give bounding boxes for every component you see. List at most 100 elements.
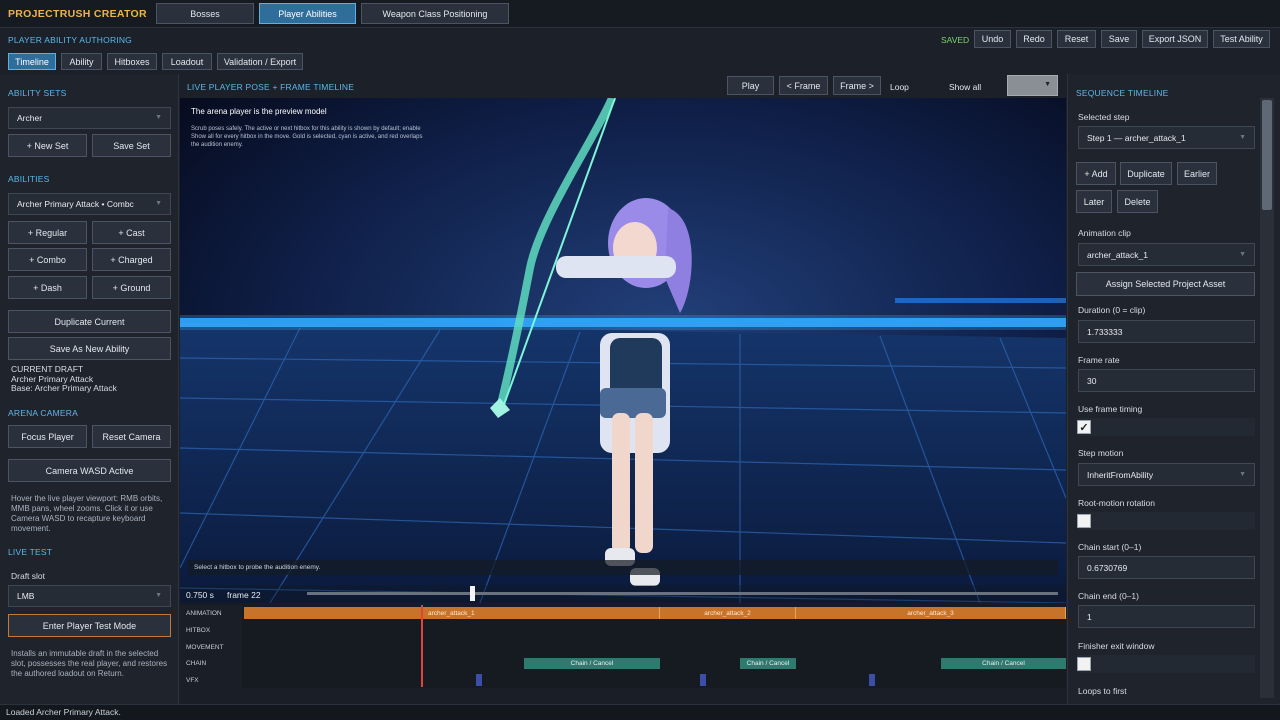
row-label-vfx: VFX [186, 677, 199, 684]
step-motion-select[interactable]: InheritFromAbility ▼ [1078, 463, 1255, 486]
chain-end-value: 1 [1087, 611, 1092, 622]
undo-button[interactable]: Undo [974, 30, 1011, 48]
ability-set-value: Archer [17, 113, 43, 123]
save-set-button[interactable]: Save Set [92, 134, 171, 157]
subtab-validation-export[interactable]: Validation / Export [217, 53, 303, 70]
scrub-track[interactable] [307, 592, 1058, 595]
add-ground-button[interactable]: + Ground [92, 276, 171, 299]
use-frame-timing-row [1078, 418, 1255, 436]
chain-window-3[interactable]: Chain / Cancel [941, 658, 1066, 669]
status-message: Loaded Archer Primary Attack. [6, 707, 121, 717]
camera-wasd-button[interactable]: Camera WASD Active [8, 459, 171, 482]
ability-select[interactable]: Archer Primary Attack • Combc ▼ [8, 193, 171, 215]
chevron-down-icon: ▼ [155, 592, 162, 599]
duration-value: 1.733333 [1087, 326, 1123, 337]
row-label-chain: CHAIN [186, 660, 207, 667]
new-set-button[interactable]: + New Set [8, 134, 87, 157]
add-cast-button[interactable]: + Cast [92, 221, 171, 244]
live-test-title: LIVE TEST [8, 547, 53, 557]
later-step-button[interactable]: Later [1076, 190, 1112, 213]
enter-player-test-mode-button[interactable]: Enter Player Test Mode [8, 614, 171, 637]
animation-clip-select[interactable]: archer_attack_1 ▼ [1078, 243, 1255, 266]
right-scrollbar-thumb[interactable] [1262, 100, 1272, 210]
tab-player-abilities[interactable]: Player Abilities [259, 3, 356, 24]
frame-readout: frame 22 [227, 590, 261, 600]
show-all-select[interactable]: ▼ [1007, 75, 1058, 96]
delete-step-button[interactable]: Delete [1117, 190, 1158, 213]
draft-heading: CURRENT DRAFT [11, 364, 84, 374]
use-frame-timing-checkbox[interactable]: ✓ [1077, 420, 1091, 434]
selected-step-label: Selected step [1078, 112, 1130, 122]
reset-button[interactable]: Reset [1057, 30, 1096, 48]
anim-clip-1[interactable]: archer_attack_1 [244, 607, 660, 619]
add-regular-button[interactable]: + Regular [8, 221, 87, 244]
step-motion-value: InheritFromAbility [1087, 469, 1154, 480]
frame-rate-input[interactable]: 30 [1078, 369, 1255, 392]
duplicate-step-button[interactable]: Duplicate [1120, 162, 1172, 185]
redo-button[interactable]: Redo [1016, 30, 1052, 48]
subtab-timeline[interactable]: Timeline [8, 53, 56, 70]
add-combo-button[interactable]: + Combo [8, 248, 87, 271]
chain-start-value: 0.6730769 [1087, 562, 1128, 573]
ability-set-select[interactable]: Archer ▼ [8, 107, 171, 129]
chain-window-2[interactable]: Chain / Cancel [740, 658, 796, 669]
viewport-overlay-title: The arena player is the preview model [191, 107, 327, 116]
export-json-button[interactable]: Export JSON [1142, 30, 1208, 48]
abilities-title: ABILITIES [8, 174, 50, 184]
duration-input[interactable]: 1.733333 [1078, 320, 1255, 343]
finisher-checkbox[interactable] [1077, 657, 1091, 671]
status-bar [0, 704, 1280, 720]
vfx-marker[interactable] [476, 674, 482, 686]
camera-hint: Hover the live player viewport: RMB orbi… [11, 494, 163, 533]
subtab-loadout[interactable]: Loadout [162, 53, 212, 70]
root-motion-checkbox[interactable] [1077, 514, 1091, 528]
show-all-toggle[interactable]: Show all [949, 82, 981, 92]
anim-clip-3[interactable]: archer_attack_3 [796, 607, 1066, 619]
checkmark-icon: ✓ [1079, 421, 1089, 434]
next-frame-button[interactable]: Frame > [833, 76, 881, 95]
tab-weapon-class-positioning[interactable]: Weapon Class Positioning [361, 3, 509, 24]
use-frame-timing-label: Use frame timing [1078, 404, 1143, 414]
selected-step-value: Step 1 — archer_attack_1 [1087, 132, 1186, 143]
prev-frame-button[interactable]: < Frame [779, 76, 828, 95]
play-button[interactable]: Play [727, 76, 774, 95]
draft-slot-select[interactable]: LMB ▼ [8, 585, 171, 607]
add-charged-button[interactable]: + Charged [92, 248, 171, 271]
reset-camera-button[interactable]: Reset Camera [92, 425, 171, 448]
viewport-overlay-text: Scrub poses safely. The active or next h… [191, 126, 423, 148]
viewport-title: LIVE PLAYER POSE + FRAME TIMELINE [187, 82, 355, 92]
ability-sets-title: ABILITY SETS [8, 88, 67, 98]
subtab-hitboxes[interactable]: Hitboxes [107, 53, 157, 70]
focus-player-button[interactable]: Focus Player [8, 425, 87, 448]
chevron-down-icon: ▼ [1239, 470, 1246, 478]
tab-bosses[interactable]: Bosses [156, 3, 254, 24]
save-as-new-ability-button[interactable]: Save As New Ability [8, 337, 171, 360]
vfx-marker[interactable] [700, 674, 706, 686]
test-ability-button[interactable]: Test Ability [1213, 30, 1270, 48]
playhead[interactable] [421, 605, 423, 687]
chain-end-input[interactable]: 1 [1078, 605, 1255, 628]
animation-clip-value: archer_attack_1 [1087, 249, 1148, 260]
add-step-button[interactable]: + Add [1076, 162, 1116, 185]
authoring-title: PLAYER ABILITY AUTHORING [8, 35, 132, 45]
scrub-handle[interactable] [470, 586, 476, 601]
live-test-hint: Installs an immutable draft in the selec… [11, 649, 168, 678]
assign-asset-button[interactable]: Assign Selected Project Asset [1076, 272, 1255, 296]
save-button[interactable]: Save [1101, 30, 1137, 48]
viewport-3d[interactable]: The arena player is the preview model Sc… [180, 98, 1066, 603]
loop-toggle[interactable]: Loop [890, 82, 909, 92]
chain-start-label: Chain start (0–1) [1078, 542, 1142, 552]
app-title: PROJECTRUSH CREATOR [8, 8, 147, 20]
vfx-marker[interactable] [869, 674, 875, 686]
sequence-timeline-title: SEQUENCE TIMELINE [1076, 88, 1169, 98]
earlier-step-button[interactable]: Earlier [1177, 162, 1217, 185]
selected-step-select[interactable]: Step 1 — archer_attack_1 ▼ [1078, 126, 1255, 149]
subtab-ability[interactable]: Ability [61, 53, 102, 70]
chain-start-input[interactable]: 0.6730769 [1078, 556, 1255, 579]
draft-slot-label: Draft slot [11, 571, 46, 581]
chain-window-1[interactable]: Chain / Cancel [524, 658, 660, 669]
scrub-bar [180, 585, 1066, 605]
duplicate-current-button[interactable]: Duplicate Current [8, 310, 171, 333]
anim-clip-2[interactable]: archer_attack_2 [660, 607, 796, 619]
add-dash-button[interactable]: + Dash [8, 276, 87, 299]
